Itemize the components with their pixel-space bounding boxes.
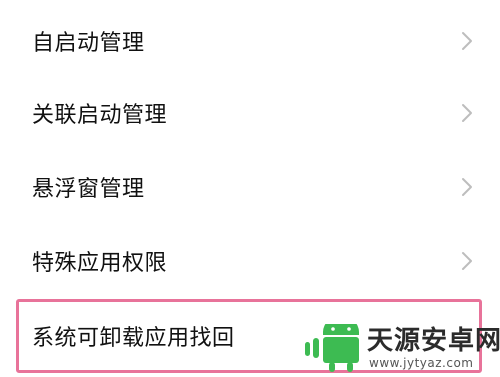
- watermark-title: 天源安卓网: [367, 326, 500, 356]
- settings-item-label: 自启动管理: [32, 31, 145, 56]
- chevron-right-icon: [462, 32, 472, 50]
- chevron-right-icon: [462, 178, 472, 196]
- settings-item-associated-start[interactable]: 关联启动管理: [0, 76, 500, 150]
- chevron-right-icon: [462, 104, 472, 122]
- android-logo-icon: [305, 324, 359, 372]
- settings-item-auto-start[interactable]: 自启动管理: [0, 4, 500, 78]
- settings-list: 自启动管理 关联启动管理 悬浮窗管理 特殊应用权限 系统可卸载应用找回: [0, 0, 500, 377]
- settings-item-label: 特殊应用权限: [32, 251, 168, 276]
- settings-item-floating-window[interactable]: 悬浮窗管理: [0, 150, 500, 224]
- chevron-right-icon: [462, 252, 472, 270]
- settings-item-label: 悬浮窗管理: [32, 177, 145, 202]
- settings-item-special-permissions[interactable]: 特殊应用权限: [0, 224, 500, 298]
- settings-item-label: 系统可卸载应用找回: [32, 326, 235, 351]
- settings-item-label: 关联启动管理: [32, 103, 168, 128]
- watermark-url: www.jytyaz.com: [369, 356, 474, 370]
- watermark: 天源安卓网 www.jytyaz.com: [303, 322, 500, 374]
